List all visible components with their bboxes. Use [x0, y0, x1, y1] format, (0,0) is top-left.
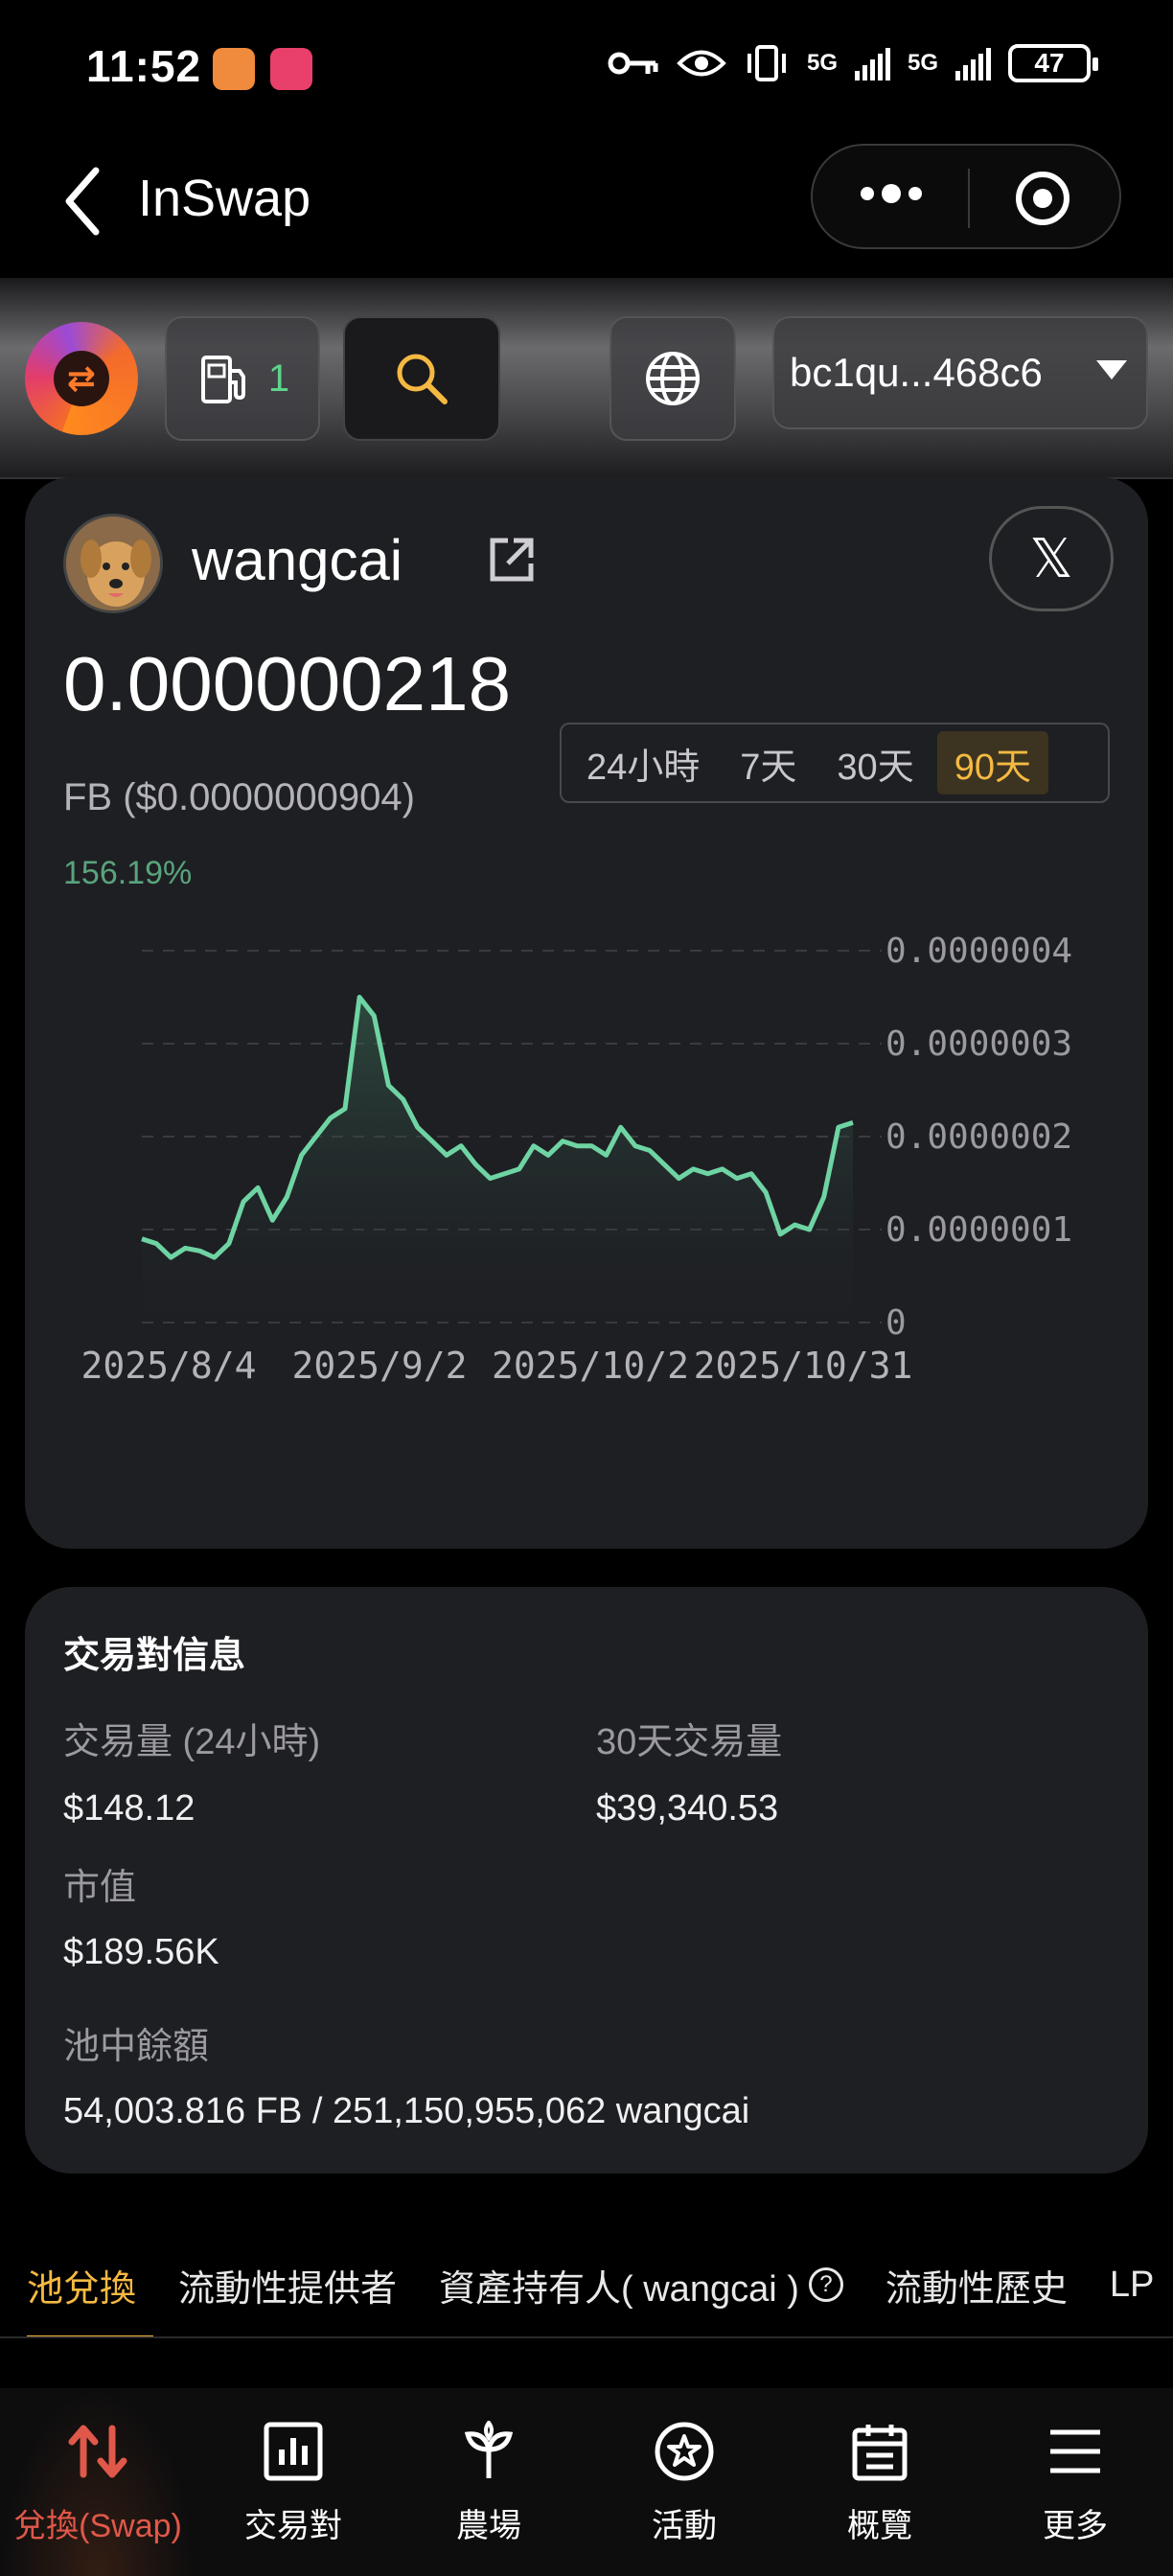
key-icon [608, 52, 658, 75]
star-circle-icon [655, 2422, 714, 2481]
status-icons: 5G 5G 47 [608, 44, 1098, 82]
wallet-address: bc1qu...468c6 [790, 350, 1043, 395]
nav-overview-label: 概覽 [847, 2508, 912, 2544]
period-tab-24h[interactable]: 24小時 [569, 731, 717, 794]
search-icon [397, 354, 448, 404]
tab-pool-swap[interactable]: 池兌換 [0, 2233, 157, 2336]
chart-y-tick-label: 0.0000001 [886, 1210, 1072, 1250]
nav-pairs-label: 交易對 [244, 2508, 342, 2544]
signal-2-icon [955, 46, 991, 80]
tab-liquidity-history-label: 流動性歷史 [885, 2268, 1068, 2310]
tab-liquidity-providers-label: 流動性提供者 [178, 2268, 398, 2310]
nav-swap[interactable]: 兌換(Swap) [0, 2388, 196, 2576]
swap-updown-icon [68, 2425, 127, 2478]
language-button[interactable] [610, 316, 736, 441]
pool-balance-label: 池中餘額 [63, 2027, 210, 2067]
period-tabs: 24小時 7天 30天 90天 [560, 723, 1110, 803]
market-cap-label: 市值 [63, 1868, 137, 1908]
capsule-divider [968, 169, 970, 228]
chart-x-tick-label: 2025/10/31 [694, 1345, 913, 1387]
chart-y-tick-label: 0.0000004 [886, 932, 1072, 971]
help-icon[interactable]: ? [808, 2267, 843, 2302]
network-type-1: 5G [806, 50, 838, 76]
nav-pairs[interactable]: 交易對 [196, 2388, 391, 2576]
token-card: wangcai 𝕏 0.000000218 24小時 7天 30天 90天 FB… [25, 477, 1148, 1549]
token-avatar [63, 514, 163, 613]
heart-app-icon [213, 48, 255, 90]
battery-icon: 47 [1008, 44, 1098, 82]
tab-lp-label: LP [1109, 2264, 1155, 2305]
period-tab-30d[interactable]: 30天 [819, 731, 931, 794]
sprout-icon [464, 2421, 514, 2478]
period-tab-90d[interactable]: 90天 [936, 731, 1048, 794]
dog-icon [66, 517, 160, 610]
gas-button[interactable]: 1 [165, 316, 320, 441]
external-link-icon[interactable] [485, 533, 539, 586]
bottom-nav: 兌換(Swap) 交易對 農場 活動 概覽 更多 [0, 2388, 1173, 2576]
video-app-icon [270, 48, 312, 90]
pair-info-card: 交易對信息 交易量 (24小時) $148.12 30天交易量 $39,340.… [25, 1587, 1148, 2174]
pair-info-title: 交易對信息 [63, 1636, 246, 1676]
mini-program-capsule [811, 144, 1121, 249]
battery-level: 47 [1034, 48, 1065, 78]
caret-down-icon [1096, 360, 1127, 380]
gas-count: 1 [267, 356, 290, 400]
nav-activity-label: 活動 [652, 2508, 717, 2544]
tab-asset-holders[interactable]: 資產持有人( wangcai )? [418, 2233, 864, 2336]
volume-24h-label: 交易量 (24小時) [63, 1722, 321, 1762]
volume-30d-label: 30天交易量 [596, 1722, 783, 1762]
nav-farm-label: 農場 [456, 2508, 521, 2544]
chart-y-tick-label: 0.0000002 [886, 1117, 1072, 1157]
status-bar: 11:52 5G 5G 47 [0, 0, 1173, 139]
nav-more[interactable]: 更多 [978, 2388, 1173, 2576]
nav-farm[interactable]: 農場 [391, 2388, 586, 2576]
chart-x-tick-label: 2025/8/4 [80, 1345, 256, 1387]
price-change: 156.19% [63, 855, 193, 891]
market-cap-value: $189.56K [63, 1932, 219, 1972]
chart-y-tick-label: 0.0000003 [886, 1024, 1072, 1064]
chart-area-fill [142, 997, 853, 1322]
menu-icon [1050, 2429, 1100, 2473]
signal-1-icon [854, 46, 890, 80]
globe-icon [646, 352, 700, 405]
back-arrow-icon[interactable] [59, 163, 107, 240]
token-price: 0.000000218 [63, 641, 512, 726]
nav-overview[interactable]: 概覽 [782, 2388, 978, 2576]
volume-24h-value: $148.12 [63, 1788, 196, 1828]
swap-arrows-icon: ⇄ [54, 351, 109, 406]
status-time: 11:52 [86, 41, 202, 91]
tab-liquidity-history[interactable]: 流動性歷史 [864, 2233, 1089, 2336]
more-dots-icon[interactable] [861, 184, 922, 203]
vibrate-icon [747, 45, 786, 81]
period-tab-7d[interactable]: 7天 [723, 731, 814, 794]
eye-icon [677, 50, 726, 77]
calendar-icon [852, 2425, 908, 2481]
close-target-icon[interactable] [1016, 172, 1070, 225]
search-button[interactable] [343, 316, 500, 441]
gas-pump-icon [200, 356, 245, 403]
chart-x-tick-label: 2025/10/2 [492, 1345, 689, 1387]
tab-liquidity-providers[interactable]: 流動性提供者 [157, 2233, 418, 2336]
x-logo-icon: 𝕏 [1029, 527, 1073, 590]
inswap-logo[interactable]: ⇄ [25, 322, 138, 435]
nav-swap-label: 兌換(Swap) [13, 2508, 182, 2544]
nav-more-label: 更多 [1043, 2508, 1108, 2544]
bar-chart-icon [264, 2422, 323, 2481]
chart-y-tick-label: 0 [886, 1303, 907, 1343]
nav-activity[interactable]: 活動 [586, 2388, 782, 2576]
app-title: InSwap [138, 170, 311, 227]
price-in-fb: FB ($0.0000000904) [63, 776, 415, 818]
price-chart: 0.0000004 0.0000003 0.0000002 0.0000001 0 20… [80, 932, 1072, 1387]
tab-pool-swap-label: 池兌換 [27, 2268, 137, 2310]
network-type-2: 5G [907, 50, 938, 76]
token-name: wangcai [192, 528, 403, 592]
wallet-address-button[interactable]: bc1qu...468c6 [772, 316, 1148, 429]
volume-30d-value: $39,340.53 [596, 1788, 779, 1828]
sub-tabs: 池兌換 流動性提供者 資產持有人( wangcai )? 流動性歷史 LP [0, 2233, 1173, 2338]
pool-balance-value: 54,003.816 FB / 251,150,955,062 wangcai [63, 2091, 750, 2131]
tab-lp[interactable]: LP [1089, 2233, 1173, 2336]
x-twitter-button[interactable]: 𝕏 [989, 506, 1114, 611]
tab-asset-holders-label: 資產持有人( wangcai ) [439, 2268, 799, 2310]
chart-x-tick-label: 2025/9/2 [291, 1345, 467, 1387]
